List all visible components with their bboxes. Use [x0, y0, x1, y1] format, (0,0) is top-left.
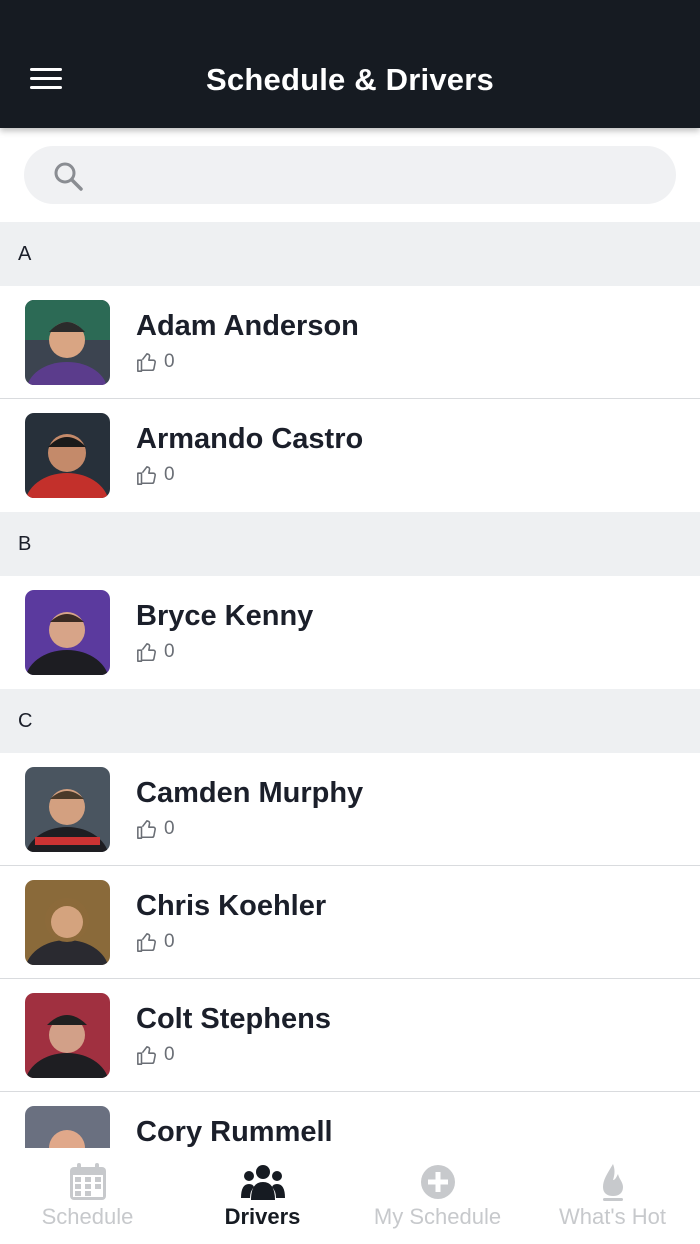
driver-row[interactable]: Bryce Kenny 0 [0, 576, 700, 689]
driver-row[interactable]: Chris Koehler 0 [0, 866, 700, 979]
section-header-a: A [0, 222, 700, 286]
tab-label: What's Hot [559, 1204, 666, 1229]
calendar-icon [69, 1163, 106, 1200]
driver-name: Armando Castro [136, 423, 364, 455]
driver-avatar [25, 1106, 110, 1148]
users-icon [240, 1165, 285, 1200]
like-count-group[interactable]: 0 [136, 817, 175, 841]
search-field[interactable] [24, 146, 676, 204]
tab-label: Schedule [41, 1204, 134, 1229]
driver-row[interactable]: Camden Murphy 0 [0, 753, 700, 866]
app-header: Schedule & Drivers [0, 0, 700, 128]
like-count-group[interactable]: 0 [136, 930, 175, 954]
thumbs-up-icon [137, 352, 156, 372]
tab-my-schedule[interactable]: My Schedule [350, 1148, 525, 1244]
like-count: 0 [164, 351, 175, 372]
like-count: 0 [164, 931, 175, 952]
driver-avatar [25, 880, 110, 965]
plus-circle-icon [420, 1165, 455, 1199]
tab-whats-hot[interactable]: What's Hot [525, 1148, 700, 1244]
driver-avatar [25, 300, 110, 385]
search-icon [54, 162, 83, 191]
driver-row[interactable]: Armando Castro 0 [0, 399, 700, 512]
driver-name: Colt Stephens [136, 1003, 331, 1035]
driver-name: Bryce Kenny [136, 600, 314, 632]
thumbs-up-icon [137, 932, 156, 952]
driver-avatar [25, 590, 110, 675]
tab-drivers[interactable]: Drivers [175, 1148, 350, 1244]
like-count-group[interactable]: 0 [136, 1043, 175, 1067]
driver-name: Camden Murphy [136, 777, 364, 809]
driver-list[interactable]: A Adam Anderson 0 Armando Castro 0 B Bry… [0, 222, 700, 1148]
driver-name: Chris Koehler [136, 890, 327, 922]
tab-label: My Schedule [373, 1204, 502, 1229]
thumbs-up-icon [137, 819, 156, 839]
like-count: 0 [164, 1044, 175, 1065]
driver-row[interactable]: Colt Stephens 0 [0, 979, 700, 1092]
driver-name: Adam Anderson [136, 310, 359, 342]
flame-icon [602, 1164, 623, 1201]
like-count: 0 [164, 641, 175, 662]
like-count: 0 [164, 464, 175, 485]
driver-row[interactable]: Adam Anderson 0 [0, 286, 700, 399]
thumbs-up-icon [137, 465, 156, 485]
tab-label: Drivers [224, 1204, 301, 1229]
like-count-group[interactable]: 0 [136, 350, 175, 374]
driver-row[interactable]: Cory Rummell 0 [0, 1092, 700, 1148]
search-bar [0, 128, 700, 222]
page-title: Schedule & Drivers [206, 62, 494, 97]
section-header-b: B [0, 512, 700, 576]
thumbs-up-icon [137, 1045, 156, 1065]
bottom-tab-bar: Schedule Drivers My Schedule What's Hot [0, 1148, 700, 1244]
thumbs-up-icon [137, 642, 156, 662]
driver-name: Cory Rummell [136, 1116, 333, 1148]
driver-avatar [25, 413, 110, 498]
like-count: 0 [164, 818, 175, 839]
like-count-group[interactable]: 0 [136, 463, 175, 487]
like-count-group[interactable]: 0 [136, 640, 175, 664]
driver-avatar [25, 767, 110, 852]
driver-avatar [25, 993, 110, 1078]
section-header-c: C [0, 689, 700, 753]
search-input[interactable] [100, 146, 660, 204]
tab-schedule[interactable]: Schedule [0, 1148, 175, 1244]
